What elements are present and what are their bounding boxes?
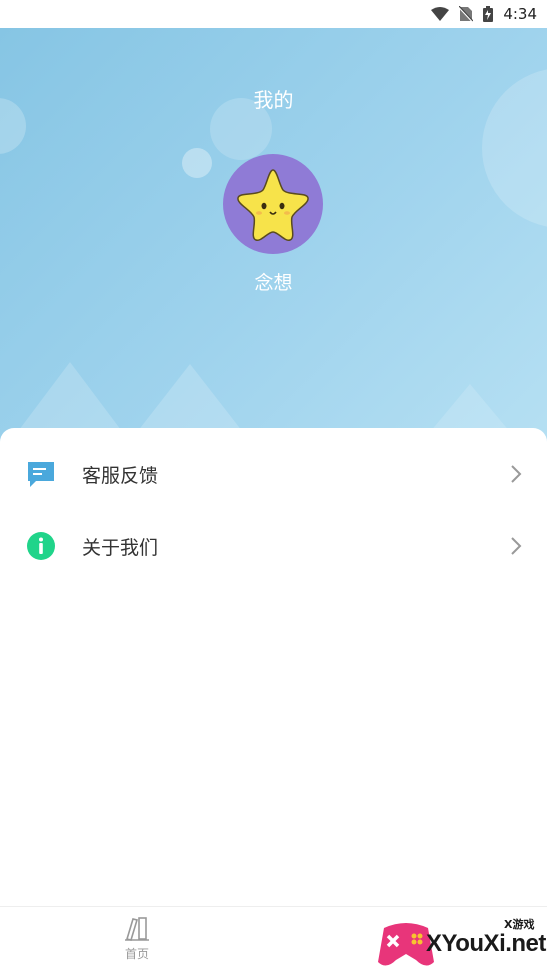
menu-item-feedback[interactable]: 客服反馈 — [0, 438, 547, 510]
avatar[interactable] — [223, 154, 323, 254]
menu-item-label: 客服反馈 — [82, 464, 159, 487]
watermark-logo: X游戏 XYouXi.net — [376, 910, 547, 974]
profile-header: 我的 念想 — [0, 28, 547, 458]
menu-item-about[interactable]: 关于我们 — [0, 510, 547, 582]
info-icon — [26, 531, 56, 561]
chevron-right-icon — [509, 536, 523, 556]
chat-bubble-icon — [26, 459, 56, 489]
no-sim-icon — [459, 6, 474, 22]
chevron-right-icon — [509, 464, 523, 484]
status-bar: 4:34 — [0, 0, 547, 28]
page-title: 我的 — [253, 88, 294, 112]
watermark-text: XYouXi.net — [426, 930, 546, 957]
book-icon — [125, 917, 149, 941]
battery-icon — [483, 6, 494, 22]
menu-card: 客服反馈 关于我们 — [0, 428, 547, 906]
nav-home-label: 首页 — [124, 947, 149, 961]
status-time: 4:34 — [503, 5, 537, 23]
username: 念想 — [254, 272, 293, 294]
star-avatar-icon — [237, 169, 309, 241]
decor-bubble — [182, 148, 212, 178]
menu-item-label: 关于我们 — [82, 536, 159, 559]
nav-home[interactable]: 首页 — [107, 915, 167, 971]
wifi-icon — [431, 7, 450, 21]
